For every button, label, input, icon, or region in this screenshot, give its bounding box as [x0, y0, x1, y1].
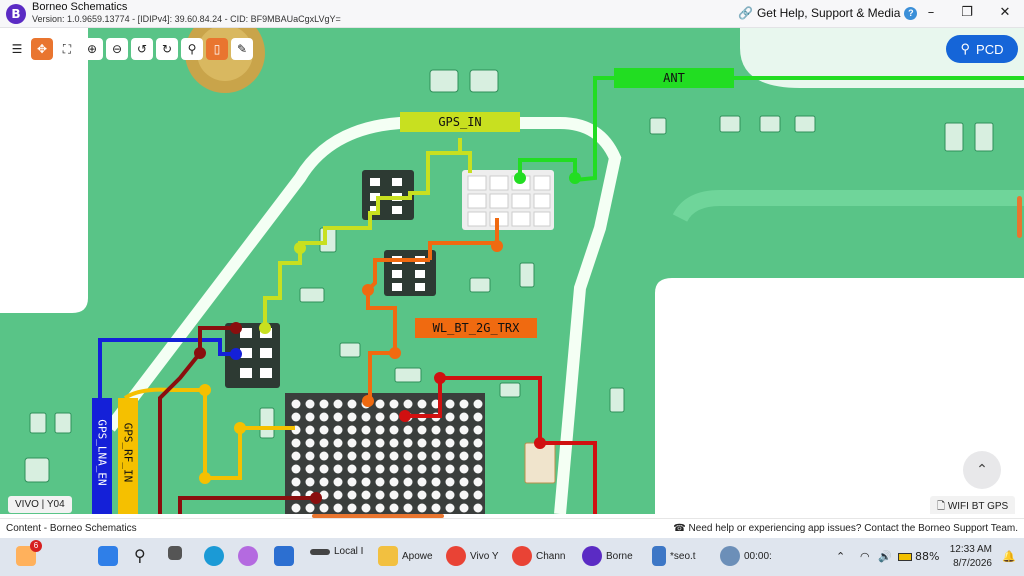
- battery-icon: [898, 552, 912, 561]
- scroll-to-top-button[interactable]: ⌃: [963, 451, 1001, 489]
- close-button[interactable]: ✕: [992, 4, 1018, 22]
- task-view-icon: [168, 546, 182, 560]
- net-label-gps-rf-in[interactable]: GPS_RF_IN: [118, 398, 138, 514]
- device-model-chip: VIVO | Y04: [8, 496, 72, 513]
- document-icon: 🗋: [937, 501, 948, 512]
- net-label-wl-bt-2g-trx[interactable]: WL_BT_2G_TRX: [415, 318, 537, 338]
- notification-badge: 6: [30, 540, 42, 552]
- taskbar-app-3[interactable]: Vivo Y: [446, 546, 499, 566]
- borneo-icon: [582, 546, 602, 566]
- edge-app[interactable]: [204, 546, 224, 566]
- battery-percent: 88%: [915, 550, 940, 563]
- warning-icon: 6: [16, 540, 42, 566]
- clock-time: 12:33 AM: [949, 544, 992, 555]
- taskbar-search[interactable]: ⚲: [134, 546, 146, 565]
- copilot-icon: [238, 546, 258, 566]
- minimize-button[interactable]: –: [918, 4, 944, 22]
- net-gps-rf-in-trace: [123, 384, 295, 484]
- folder-icon: [378, 546, 398, 566]
- taskbar-app-5-label: Borne: [606, 550, 633, 562]
- net-red-trace: [399, 372, 597, 514]
- drive-icon: [310, 548, 330, 555]
- pcd-button[interactable]: ⚲ PCD: [946, 35, 1018, 63]
- wifi-icon[interactable]: ◠: [860, 550, 870, 563]
- app-logo: B: [6, 4, 26, 24]
- help-link[interactable]: 🔗 Get Help, Support & Media ?: [738, 6, 918, 20]
- title-bar: B Borneo Schematics Version: 1.0.9659.13…: [0, 0, 1024, 28]
- net-traces: [98, 76, 1024, 514]
- pen-icon[interactable]: ✎: [231, 38, 253, 60]
- warning-app[interactable]: 6: [16, 540, 42, 566]
- fit-icon[interactable]: ✥: [31, 38, 53, 60]
- volume-icon[interactable]: 🔊: [878, 550, 892, 563]
- search-icon: ⚲: [960, 41, 971, 56]
- list-icon[interactable]: ☰: [6, 38, 28, 60]
- status-left: Content - Borneo Schematics: [6, 523, 137, 534]
- pcd-button-label: PCD: [976, 41, 1004, 57]
- maximize-button[interactable]: ❐: [954, 4, 980, 22]
- rotate-left-icon[interactable]: ↺: [131, 38, 153, 60]
- taskbar-app-6[interactable]: *seo.t: [652, 546, 696, 566]
- clock[interactable]: 12:33 AM 8/7/2026: [948, 543, 992, 571]
- battery-indicator[interactable]: 88%: [898, 550, 939, 563]
- windows-taskbar: 6 ⚲ Local I Apowe Vivo Y Chann Borne *se…: [0, 538, 1024, 576]
- category-chip-label: WIFI BT GPS: [947, 501, 1009, 512]
- chrome-icon: [446, 546, 466, 566]
- status-bar: Content - Borneo Schematics ☎ Need help …: [0, 518, 1024, 538]
- clock-date: 8/7/2026: [953, 558, 992, 569]
- net-label-gps-lna-en-text: GPS_LNA_EN: [95, 419, 109, 486]
- zoom-out-icon[interactable]: ⊖: [106, 38, 128, 60]
- headset-icon: ☎: [673, 523, 689, 534]
- start-button[interactable]: [98, 546, 118, 566]
- net-label-gps-in[interactable]: GPS_IN: [400, 112, 520, 132]
- net-label-ant[interactable]: ANT: [614, 68, 734, 88]
- tray-overflow-icon[interactable]: ⌃: [836, 550, 845, 563]
- store-app[interactable]: [274, 546, 294, 566]
- taskbar-app-2-label: Apowe: [402, 550, 433, 562]
- taskbar-app-3-label: Vivo Y: [470, 550, 499, 562]
- taskbar-app-6-label: *seo.t: [670, 550, 696, 562]
- taskbar-app-1[interactable]: Local I: [310, 546, 363, 557]
- chrome-icon: [512, 546, 532, 566]
- horizontal-scrollbar[interactable]: [312, 514, 444, 518]
- category-chip: 🗋 WIFI BT GPS: [930, 496, 1016, 514]
- task-view[interactable]: [168, 546, 182, 560]
- rotate-right-icon[interactable]: ↻: [156, 38, 178, 60]
- taskbar-app-7-label: 00:00:: [744, 550, 772, 562]
- viewer-toolbar: ☰ ✥ ⛶ ⊕ ⊖ ↺ ↻ ⚲ ▯ ✎: [6, 38, 253, 60]
- taskbar-app-1-label: Local I: [334, 546, 364, 557]
- recorder-icon: [720, 546, 740, 566]
- store-icon: [274, 546, 294, 566]
- fullscreen-icon[interactable]: ⛶: [56, 38, 78, 60]
- support-message-text: Need help or experiencing app issues? Co…: [688, 523, 1018, 534]
- net-label-gps-rf-in-text: GPS_RF_IN: [121, 422, 135, 483]
- zoom-in-icon[interactable]: ⊕: [81, 38, 103, 60]
- windows-icon: [98, 546, 118, 566]
- notification-icon[interactable]: 🔔: [1002, 550, 1016, 563]
- search-icon: ⚲: [134, 546, 146, 565]
- search-icon[interactable]: ⚲: [181, 38, 203, 60]
- net-ant-trace: [514, 76, 1024, 184]
- help-icon: ?: [904, 6, 918, 20]
- copilot-app[interactable]: [238, 546, 258, 566]
- edge-icon: [204, 546, 224, 566]
- net-label-gps-lna-en[interactable]: GPS_LNA_EN: [92, 398, 112, 514]
- net-gps-in-trace: [259, 138, 472, 334]
- taskbar-app-5[interactable]: Borne: [582, 546, 633, 566]
- taskbar-app-4-label: Chann: [536, 550, 566, 562]
- help-link-label: Get Help, Support & Media: [756, 6, 901, 20]
- taskbar-app-4[interactable]: Chann: [512, 546, 565, 566]
- support-message[interactable]: ☎ Need help or experiencing app issues? …: [673, 523, 1018, 534]
- schematic-canvas[interactable]: ANT GPS_IN WL_BT_2G_TRX GPS_LNA_EN GPS_R…: [0, 28, 1024, 514]
- vertical-scrollbar[interactable]: [1017, 196, 1022, 238]
- notepad-icon: [652, 546, 666, 566]
- taskbar-app-7[interactable]: 00:00:: [720, 546, 772, 566]
- version-info: Version: 1.0.9659.13774 - [IDIPv4]: 39.6…: [32, 14, 341, 24]
- mouse-icon[interactable]: ▯: [206, 38, 228, 60]
- app-window: B Borneo Schematics Version: 1.0.9659.13…: [0, 0, 1024, 576]
- taskbar-app-2[interactable]: Apowe: [378, 546, 433, 566]
- link-icon: 🔗: [738, 6, 753, 20]
- app-title: Borneo Schematics: [32, 1, 128, 13]
